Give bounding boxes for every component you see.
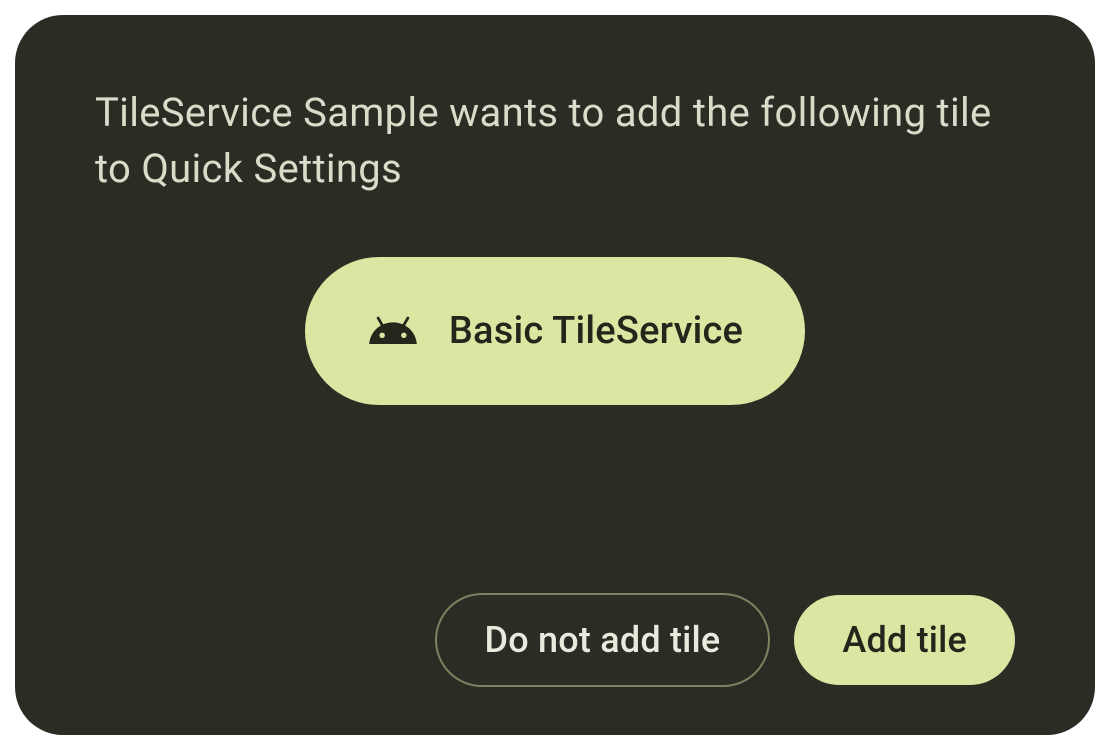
- dialog-actions: Do not add tile Add tile: [95, 593, 1015, 687]
- android-icon: [367, 305, 419, 357]
- tile-label: Basic TileService: [449, 309, 743, 353]
- decline-button[interactable]: Do not add tile: [435, 593, 771, 687]
- tile-preview: Basic TileService: [305, 257, 805, 405]
- dialog-title: TileService Sample wants to add the foll…: [95, 85, 1015, 197]
- add-tile-dialog: TileService Sample wants to add the foll…: [15, 15, 1095, 735]
- accept-button[interactable]: Add tile: [794, 595, 1015, 685]
- tile-preview-container: Basic TileService: [95, 257, 1015, 405]
